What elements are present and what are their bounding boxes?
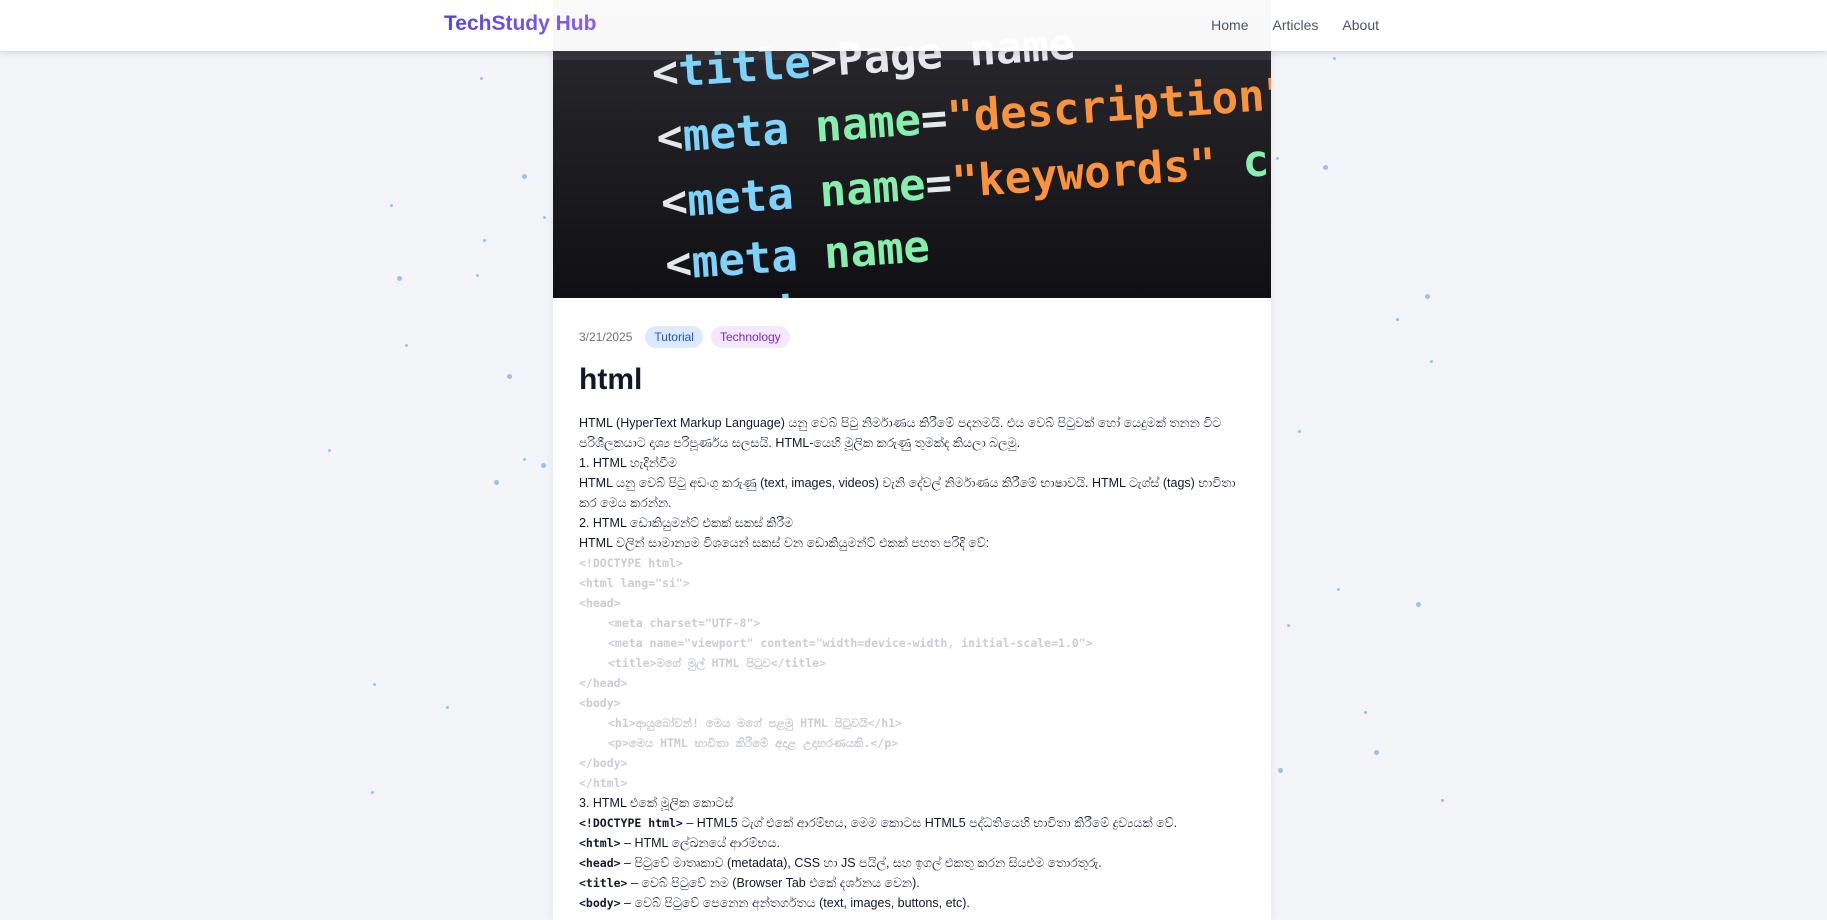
definition-tag: <body> — [579, 896, 621, 910]
particle — [1276, 157, 1279, 160]
particle — [1333, 57, 1336, 60]
article-content: 3/21/2025 Tutorial Technology html HTML … — [579, 324, 1249, 913]
definition-text: – වෙබ් පිටුවේ නම (Browser Tab එකේ දර්ශනය… — [627, 876, 920, 890]
particle — [1337, 588, 1340, 591]
article-title: html — [579, 363, 643, 396]
particle — [483, 239, 486, 242]
definition-item: <body> – වෙබ් පිටුවේ පෙනෙන අන්තර්ගතය (te… — [579, 893, 1249, 913]
code-block: <!DOCTYPE html> <html lang="si"> <head> … — [579, 553, 1249, 793]
definition-tag: <title> — [579, 876, 628, 890]
publish-date: 3/21/2025 — [579, 329, 633, 344]
particle — [371, 791, 374, 794]
nav-links: Home Articles About — [1211, 17, 1379, 33]
code-line: <p>මෙය HTML භාවිතා කිරීමේ අදාළ උදාහරණයකි… — [608, 736, 899, 750]
particle — [494, 480, 499, 485]
particle — [480, 77, 483, 80]
section-heading: 2. HTML ඩොකියුමන්ට් එකක් සකස් කිරීම — [579, 516, 794, 530]
definition-text: – HTML ලේඛනයේ ආරම්භය. — [620, 836, 780, 850]
code-line: <meta name="viewport" content="width=dev… — [608, 636, 1093, 650]
particle — [390, 204, 393, 207]
definition-item: <html> – HTML ලේඛනයේ ආරම්භය. — [579, 833, 1249, 853]
paragraph-line: HTML වලින් සාමාන්‍යම විශයෙන් සකස් වන ඩොක… — [579, 536, 990, 550]
top-navbar: TechStudy Hub Home Articles About — [0, 0, 1827, 51]
definition-text: – HTML5 ටැග් එකේ ආරම්භය, මෙම කොටස HTML5 … — [682, 816, 1178, 830]
definition-item: <!DOCTYPE html> – HTML5 ටැග් එකේ ආරම්භය,… — [579, 813, 1249, 833]
particle — [1278, 768, 1283, 773]
code-line: </body> — [579, 756, 628, 770]
article-card: <title>Page name <meta name="description… — [553, 0, 1271, 920]
definition-tag: <head> — [579, 856, 621, 870]
definition-text: – පිටුවේ මාතෘකාව (metadata), CSS හා JS ප… — [620, 856, 1102, 870]
code-line: <title>මගේ මුල් HTML පිටුව</title> — [608, 656, 827, 670]
code-line: <body> — [579, 696, 621, 710]
particle — [328, 449, 331, 452]
definition-item: <title> – වෙබ් පිටුවේ නම (Browser Tab එක… — [579, 873, 1249, 893]
paragraph-line: පරිශීලකයාට දෘශ්‍ය පරිපූර්ණය සලසයි. HTML-… — [579, 436, 1021, 450]
particle — [541, 463, 546, 468]
particle — [507, 374, 512, 379]
definition-tag: <html> — [579, 836, 621, 850]
particle — [1374, 750, 1379, 755]
code-line: <html lang="si"> — [579, 576, 690, 590]
definition-tag: <!DOCTYPE html> — [579, 816, 683, 830]
particle — [522, 174, 527, 179]
particle — [1364, 711, 1367, 714]
particle — [405, 344, 408, 347]
section-heading: 1. HTML හැදින්වීම — [579, 456, 677, 470]
particle — [1425, 294, 1430, 299]
particle — [476, 274, 479, 277]
code-line: <head> — [579, 596, 621, 610]
brand-logo-link[interactable]: TechStudy Hub — [444, 12, 596, 36]
nav-link-home[interactable]: Home — [1211, 17, 1248, 33]
code-line: <meta charset="UTF-8"> — [608, 616, 761, 630]
particle — [1287, 624, 1290, 627]
paragraph-line: HTML (HyperText Markup Language) යනු වෙබ… — [579, 416, 1222, 430]
paragraph-line: කර මෙය කරන්න. — [579, 496, 672, 510]
code-line: <h1>ආයුබෝවන්! මෙය මගේ පළමු HTML පිටුවයි<… — [608, 716, 902, 730]
code-line: <!DOCTYPE html> — [579, 556, 683, 570]
particle — [1323, 165, 1328, 170]
code-line: </html> — [579, 776, 628, 790]
particle — [1298, 430, 1301, 433]
particle — [1430, 360, 1433, 363]
particle — [1416, 602, 1421, 607]
definition-item: <head> – පිටුවේ මාතෘකාව (metadata), CSS … — [579, 853, 1249, 873]
definition-text: – වෙබ් පිටුවේ පෙනෙන අන්තර්ගතය (text, ima… — [620, 896, 970, 910]
nav-link-about[interactable]: About — [1342, 17, 1379, 33]
particle — [1396, 318, 1399, 321]
paragraph-line: HTML යනු වෙබ් පිටු අඩංගු කරුණු (text, im… — [579, 476, 1236, 490]
particle — [373, 683, 376, 686]
article-meta: 3/21/2025 Tutorial Technology — [579, 324, 1249, 349]
particle — [1441, 799, 1444, 802]
particle — [446, 706, 449, 709]
particle — [543, 216, 546, 219]
tag-badge[interactable]: Technology — [710, 325, 790, 348]
nav-link-articles[interactable]: Articles — [1273, 17, 1319, 33]
code-line: </head> — [579, 676, 628, 690]
particle — [523, 458, 526, 461]
section-heading: 3. HTML එකේ මූලික කොටස් — [579, 796, 734, 810]
particle — [397, 276, 402, 281]
tag-badge[interactable]: Tutorial — [645, 325, 703, 348]
